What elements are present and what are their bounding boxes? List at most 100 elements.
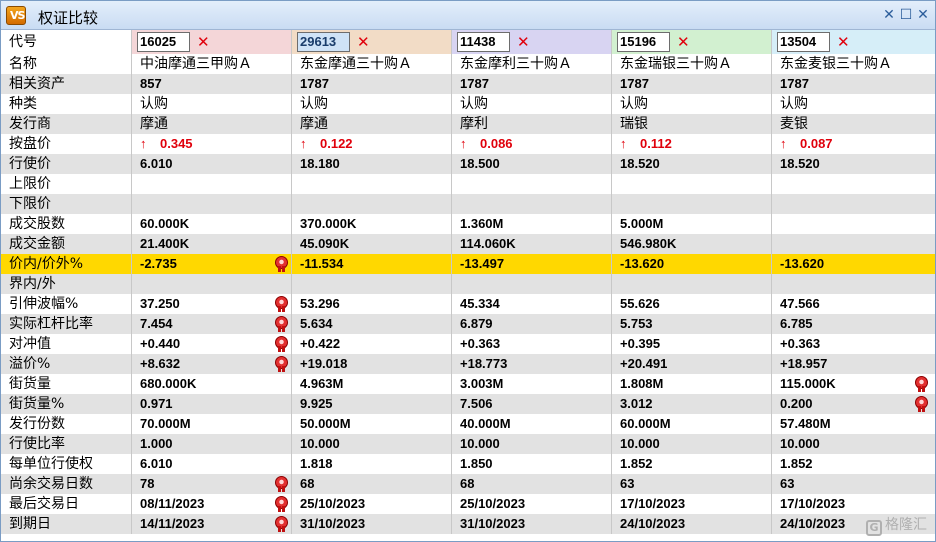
table-row: 行使比率 1.000 10.000 10.000 10.000 10.000 <box>1 434 935 454</box>
value-cell: 1.360M <box>460 216 504 231</box>
value-cell: 37.250 <box>140 296 180 311</box>
row-label: 尚余交易日数 <box>9 476 93 492</box>
minimize-icon[interactable]: ✕ <box>881 7 897 23</box>
value-cell: 60.000K <box>140 216 190 231</box>
value-cell: 0.200 <box>780 396 813 411</box>
warrant-code-input[interactable]: 16025 <box>137 32 190 52</box>
value-cell <box>772 214 932 234</box>
value-cell: 10.000 <box>780 436 820 451</box>
value-cell: 57.480M <box>780 416 831 431</box>
value-cell: ↑ 0.345 <box>132 134 292 154</box>
value-cell: 1.850 <box>460 456 493 471</box>
value-cell: 25/10/2023 <box>300 496 366 511</box>
warrant-code-input[interactable]: 11438 <box>457 32 510 52</box>
value-cell: 9.925 <box>300 396 333 411</box>
table-row: 名称 中油摩通三甲购Ａ 东金摩通三十购Ａ 东金摩利三十购Ａ 东金瑞银三十购Ａ 东金麦银三十… <box>1 54 935 74</box>
value-cell: +0.395 <box>620 336 661 351</box>
value-cell: 7.454 <box>140 316 173 331</box>
table-row: 成交金额 21.400K 45.090K 114.060K 546.980K <box>1 234 935 254</box>
row-label: 发行商 <box>9 116 51 132</box>
value-cell: 摩通 <box>300 116 328 132</box>
code-header-cell: 29613 ✕ <box>292 30 452 54</box>
value-cell: 中油摩通三甲购Ａ <box>140 56 252 72</box>
value-cell: 14/11/2023 <box>140 516 205 531</box>
value-cell: 115.000K <box>780 376 836 391</box>
value-cell <box>452 194 612 214</box>
value-cell: +0.422 <box>300 336 341 351</box>
warrant-code-input[interactable]: 15196 <box>617 32 670 52</box>
column-divider <box>451 30 452 534</box>
up-arrow-icon: ↑ <box>300 136 307 151</box>
row-label: 实际杠杆比率 <box>9 316 93 332</box>
warrant-code-input[interactable]: 29613 <box>297 32 350 52</box>
table-row: 种类 认购 认购 认购 认购 认购 <box>1 94 935 114</box>
value-cell: 5.634 <box>300 316 333 331</box>
ribbon-badge-icon <box>914 396 929 412</box>
value-cell: ↑ 0.112 <box>612 134 772 154</box>
row-label: 溢价% <box>9 356 51 372</box>
row-label: 成交股数 <box>9 216 65 232</box>
maximize-icon[interactable]: ☐ <box>898 7 914 23</box>
value-cell: ↑ 0.087 <box>772 134 932 154</box>
table-row: 街货量% 0.971 9.925 7.506 3.012 0.200 <box>1 394 935 414</box>
value-cell: 3.012 <box>620 396 653 411</box>
warrant-code-input[interactable]: 13504 <box>777 32 830 52</box>
value-cell: ↑ 0.122 <box>292 134 452 154</box>
row-label: 最后交易日 <box>9 496 79 512</box>
value-cell: 18.520 <box>780 156 820 171</box>
value-cell: 6.010 <box>140 156 173 171</box>
value-cell: 10.000 <box>620 436 660 451</box>
window-title: 权证比较 <box>38 9 99 27</box>
remove-column-icon[interactable]: ✕ <box>197 32 210 52</box>
price-value: 0.112 <box>640 136 672 151</box>
value-cell: 21.400K <box>140 236 190 251</box>
value-cell: 114.060K <box>460 236 516 251</box>
value-cell: 63 <box>780 476 795 491</box>
value-cell: -2.735 <box>140 256 177 271</box>
ribbon-badge-icon <box>274 496 289 512</box>
value-cell: 4.963M <box>300 376 344 391</box>
table-row: 街货量 680.000K 4.963M 3.003M 1.808M 115.000K <box>1 374 935 394</box>
table-row: 界内/外 <box>1 274 935 294</box>
remove-column-icon[interactable]: ✕ <box>677 32 690 52</box>
table-row: 到期日 14/11/2023 31/10/2023 31/10/2023 24/10/2… <box>1 514 935 534</box>
table-row: 行使价 6.010 18.180 18.500 18.520 18.520 <box>1 154 935 174</box>
remove-column-icon[interactable]: ✕ <box>837 32 850 52</box>
table-row: 实际杠杆比率 7.454 5.634 6.879 5.753 6.785 <box>1 314 935 334</box>
price-value: 0.086 <box>480 136 513 151</box>
value-cell: 1.818 <box>300 456 333 471</box>
value-cell: 546.980K <box>620 236 677 251</box>
code-header-cell: 11438 ✕ <box>452 30 612 54</box>
value-cell: 1.852 <box>780 456 813 471</box>
code-header-row: 代号 16025 ✕ 29613 ✕ 11438 ✕ 15196 ✕ 13504 ✕ <box>1 30 935 54</box>
value-cell: 摩利 <box>460 116 488 132</box>
value-cell: 45.334 <box>460 296 500 311</box>
table-row: 上限价 <box>1 174 935 194</box>
value-cell <box>612 194 772 214</box>
value-cell: 17/10/2023 <box>780 496 846 511</box>
value-cell <box>292 274 452 294</box>
value-cell <box>772 194 932 214</box>
remove-column-icon[interactable]: ✕ <box>357 32 370 52</box>
price-value: 0.122 <box>320 136 353 151</box>
value-cell: 1.000 <box>140 436 173 451</box>
value-cell <box>772 234 932 254</box>
row-label: 名称 <box>9 56 37 72</box>
value-cell: -13.497 <box>460 256 505 271</box>
row-label: 代号 <box>9 34 37 50</box>
value-cell: 40.000M <box>460 416 511 431</box>
close-window-icon[interactable]: ✕ <box>915 7 931 23</box>
value-cell: 50.000M <box>300 416 351 431</box>
value-cell: 08/11/2023 <box>140 496 205 511</box>
value-cell: +18.773 <box>460 356 508 371</box>
up-arrow-icon: ↑ <box>140 136 147 151</box>
value-cell: +0.363 <box>460 336 501 351</box>
value-cell: 31/10/2023 <box>300 516 366 531</box>
value-cell: 68 <box>300 476 315 491</box>
table-row: 最后交易日 08/11/2023 25/10/2023 25/10/2023 17/10… <box>1 494 935 514</box>
remove-column-icon[interactable]: ✕ <box>517 32 530 52</box>
row-label: 上限价 <box>9 176 51 192</box>
row-label: 界内/外 <box>9 276 56 292</box>
warrant-compare-window: VS 权证比较 ✕ ☐ ✕ 代号 16025 ✕ 29613 ✕ 11438 ✕ 15196 ✕… <box>0 0 936 542</box>
value-cell: 60.000M <box>620 416 671 431</box>
